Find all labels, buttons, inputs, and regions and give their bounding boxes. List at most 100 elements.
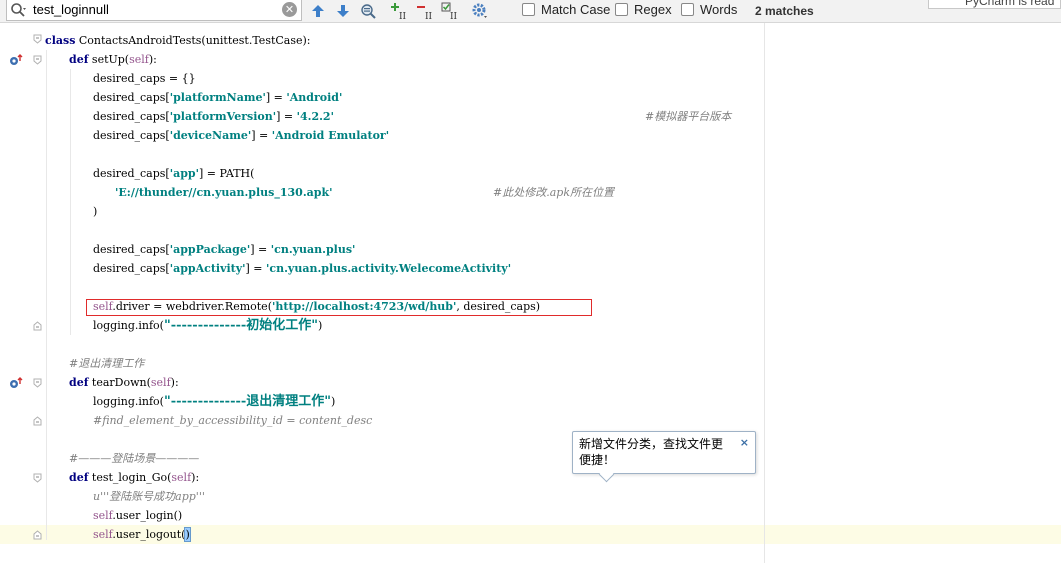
string: 'cn.yuan.plus.activity.WelecomeActivity' xyxy=(266,262,512,275)
fold-icon[interactable] xyxy=(33,34,42,44)
code-text: ] = xyxy=(265,91,287,104)
code-line-2[interactable]: def setUp(self): xyxy=(69,50,157,69)
code-line-8[interactable]: 'E://thunder//cn.yuan.plus_130.apk' xyxy=(115,183,332,202)
words-option[interactable]: Words xyxy=(681,2,737,17)
search-icon[interactable] xyxy=(10,2,26,18)
code-line-21[interactable]: self.user_login() xyxy=(93,506,182,525)
code-line-19[interactable]: def test_login_Go(self): xyxy=(69,468,199,487)
select-all-occurrences-icon[interactable]: II xyxy=(441,2,459,20)
code-text: .user_logout( xyxy=(112,528,186,541)
string: 'platformName' xyxy=(169,91,266,104)
brace-match: ) xyxy=(184,527,191,542)
code-text: ContactsAndroidTests(unittest.TestCase): xyxy=(75,34,311,47)
code-line-4[interactable]: desired_caps['platformName'] = 'Android' xyxy=(93,88,342,107)
code-line-3[interactable]: desired_caps = {} xyxy=(93,69,196,88)
fold-icon[interactable] xyxy=(33,378,42,388)
code-text: logging.info( xyxy=(93,395,164,408)
code-text: desired_caps[ xyxy=(93,262,170,275)
svg-text:II: II xyxy=(399,12,407,20)
code-line-16[interactable]: logging.info("--------------退出清理工作") xyxy=(93,392,335,411)
right-margin-guide xyxy=(764,23,765,563)
docstring-text: '''登陆账号成功app''' xyxy=(100,490,205,503)
override-icon[interactable] xyxy=(9,54,23,66)
svg-text:II: II xyxy=(450,12,458,20)
code-text: ) xyxy=(93,205,98,218)
string: 'E://thunder//cn.yuan.plus_130.apk' xyxy=(115,186,333,199)
match-case-option[interactable]: Match Case xyxy=(522,2,610,17)
fold-icon[interactable] xyxy=(33,55,42,65)
match-case-label: Match Case xyxy=(541,2,611,17)
code-text: test_login_Go( xyxy=(88,471,172,484)
svg-text:II: II xyxy=(425,12,433,20)
comment: #退出清理工作 xyxy=(69,357,145,370)
settings-icon[interactable] xyxy=(471,2,489,20)
self-token: self xyxy=(150,376,171,389)
fold-icon[interactable] xyxy=(33,473,42,483)
code-text: .user_login() xyxy=(112,509,183,522)
code-line-15[interactable]: def tearDown(self): xyxy=(69,373,179,392)
prev-occurrence-icon[interactable] xyxy=(309,2,327,20)
notification-text: PyCharm is read xyxy=(965,0,1055,8)
string: "--------------退出清理工作" xyxy=(163,394,332,409)
code-text: desired_caps = {} xyxy=(93,72,196,85)
indent-guide xyxy=(46,50,47,540)
code-text: ): xyxy=(148,53,157,66)
remove-occurrence-icon[interactable]: II xyxy=(416,2,434,20)
keyword: class xyxy=(45,34,76,47)
code-text: ) xyxy=(331,395,336,408)
code-text: ) xyxy=(318,319,323,332)
keyword: def xyxy=(69,53,89,66)
search-value[interactable]: test_loginnull xyxy=(33,2,109,17)
string: 'appActivity' xyxy=(169,262,246,275)
highlight-box xyxy=(86,299,592,316)
fold-icon[interactable] xyxy=(33,321,42,331)
code-line-7[interactable]: desired_caps['app'] = PATH( xyxy=(93,164,254,183)
words-checkbox[interactable] xyxy=(681,3,694,16)
comment: #模拟器平台版本 xyxy=(645,110,732,123)
string: 'platformVersion' xyxy=(169,110,277,123)
code-text: desired_caps[ xyxy=(93,110,170,123)
self-token: self xyxy=(171,471,192,484)
code-text: ] = PATH( xyxy=(198,167,255,180)
code-text: desired_caps[ xyxy=(93,243,170,256)
close-icon[interactable]: × xyxy=(740,435,749,451)
code-line-22[interactable]: self.user_logout() xyxy=(93,525,191,544)
match-case-checkbox[interactable] xyxy=(522,3,535,16)
code-line-10[interactable]: desired_caps['appPackage'] = 'cn.yuan.pl… xyxy=(93,240,355,259)
self-token: self xyxy=(93,528,113,541)
code-text: desired_caps[ xyxy=(93,91,170,104)
code-line-13[interactable]: logging.info("--------------初始化工作") xyxy=(93,316,322,335)
clear-icon[interactable]: ✕ xyxy=(282,2,297,17)
string: 'Android' xyxy=(286,91,343,104)
code-line-11[interactable]: desired_caps['appActivity'] = 'cn.yuan.p… xyxy=(93,259,511,278)
notification-panel: PyCharm is read xyxy=(928,0,1061,9)
comment: #find_element_by_accessibility_id = cont… xyxy=(93,414,373,427)
code-text: ): xyxy=(170,376,179,389)
fold-icon[interactable] xyxy=(33,416,42,426)
code-line-5[interactable]: desired_caps['platformVersion'] = '4.2.2… xyxy=(93,107,334,126)
regex-checkbox[interactable] xyxy=(615,3,628,16)
override-icon[interactable] xyxy=(9,377,23,389)
code-line-6[interactable]: desired_caps['deviceName'] = 'Android Em… xyxy=(93,126,389,145)
find-all-icon[interactable] xyxy=(359,2,377,20)
search-input[interactable]: test_loginnull ✕ xyxy=(6,0,302,21)
regex-option[interactable]: Regex xyxy=(615,2,672,17)
match-count: 2 matches xyxy=(755,4,814,18)
docstring: u'''登陆账号成功app''' xyxy=(93,487,205,506)
code-line-9[interactable]: ) xyxy=(93,202,97,221)
self-token: self xyxy=(129,53,149,66)
keyword: def xyxy=(69,471,89,484)
tip-text: 新增文件分类，查找文件更便捷！ xyxy=(579,437,724,467)
code-text: logging.info( xyxy=(93,319,164,332)
code-line-1[interactable]: class ContactsAndroidTests(unittest.Test… xyxy=(45,31,311,50)
code-text: ] = xyxy=(245,262,267,275)
string: 'deviceName' xyxy=(169,129,252,142)
editor-gutter xyxy=(0,23,44,563)
words-label: Words xyxy=(700,2,738,17)
fold-icon[interactable] xyxy=(33,530,42,540)
string: '4.2.2' xyxy=(296,110,334,123)
keyword: def xyxy=(69,376,89,389)
next-occurrence-icon[interactable] xyxy=(334,2,352,20)
add-occurrence-icon[interactable]: II xyxy=(390,2,408,20)
code-text: desired_caps[ xyxy=(93,167,170,180)
